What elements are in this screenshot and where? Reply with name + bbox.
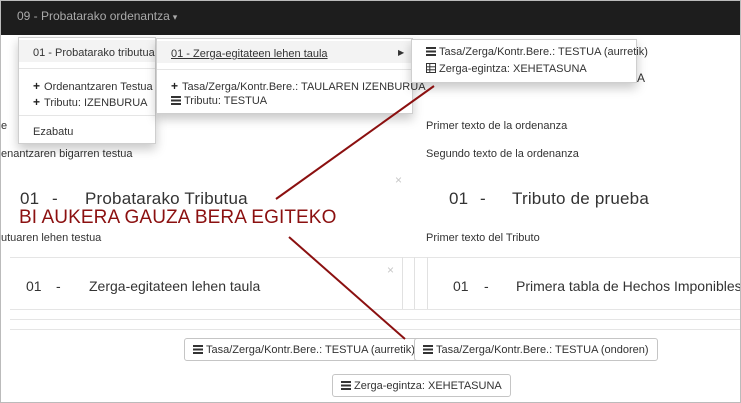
annotation-line-to-menu: [275, 85, 435, 200]
app-window: 09 - Probatarako ordenantza ▾ e enantzare…: [0, 0, 741, 403]
annotation-arrows: [275, 85, 435, 340]
annotation-text: BI AUKERA GAUZA BERA EGITEKO: [19, 207, 337, 228]
annotation-line-to-button: [288, 236, 406, 340]
